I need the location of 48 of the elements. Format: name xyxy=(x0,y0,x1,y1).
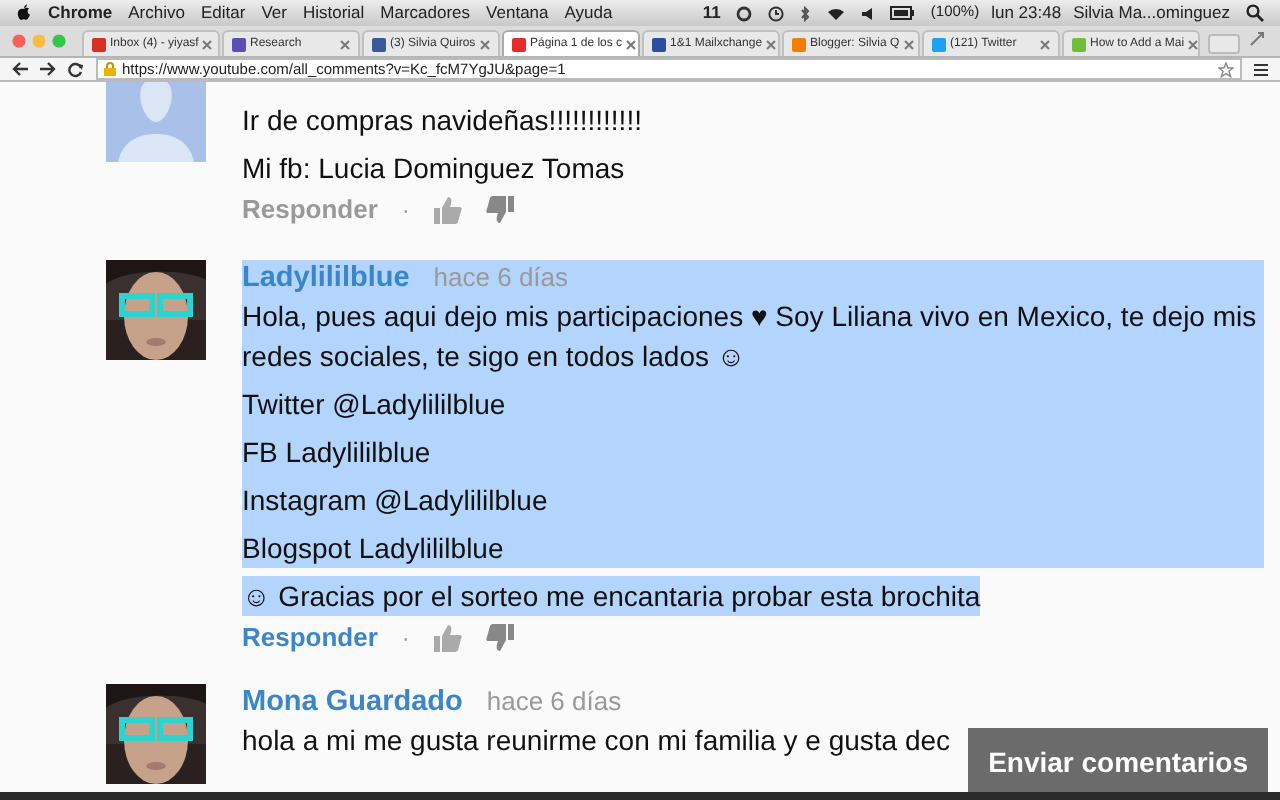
close-icon[interactable] xyxy=(340,39,350,49)
thumbs-up-icon[interactable] xyxy=(433,196,462,224)
thumbs-down-icon[interactable] xyxy=(485,624,514,652)
menu-item[interactable]: Archivo xyxy=(128,0,185,26)
forward-icon[interactable] xyxy=(40,62,56,76)
fullscreen-icon[interactable] xyxy=(1250,32,1264,46)
comment-text: Ir de compras navideñas!!!!!!!!!!!! xyxy=(242,102,644,140)
wifi-icon[interactable] xyxy=(826,5,847,21)
comment-author[interactable]: Mona Guardado xyxy=(242,684,463,720)
menu-item[interactable]: Ayuda xyxy=(564,0,613,26)
close-icon[interactable] xyxy=(1040,39,1050,49)
menu-item[interactable]: Chrome xyxy=(48,0,113,26)
separator-dot: · xyxy=(401,622,410,654)
menu-item[interactable]: Editar xyxy=(200,0,246,26)
menu-item[interactable]: Ventana xyxy=(486,0,549,26)
clock-icon[interactable] xyxy=(768,5,785,21)
bluetooth-icon[interactable] xyxy=(800,5,811,21)
star-icon[interactable] xyxy=(1218,61,1234,77)
close-icon[interactable] xyxy=(12,34,26,48)
comment-text: hola a mi me gusta reunirme con mi familia y e gusta dec xyxy=(242,722,951,760)
close-icon[interactable] xyxy=(1188,39,1199,49)
thumbs-up-icon[interactable] xyxy=(433,624,462,652)
separator-dot: · xyxy=(401,194,410,226)
user-name[interactable]: Silvia Ma...ominguez xyxy=(1073,0,1230,26)
volume-icon[interactable] xyxy=(862,5,875,21)
comment-text: ☺ Gracias por el sorteo me encantaria probar esta brochita xyxy=(242,576,981,616)
menu-item[interactable]: Ver xyxy=(261,0,287,26)
close-icon[interactable] xyxy=(480,39,490,49)
clock[interactable]: lun 23:48 xyxy=(991,0,1062,26)
reply-link[interactable]: Responder xyxy=(242,622,378,654)
close-icon[interactable] xyxy=(626,39,637,49)
search-icon[interactable] xyxy=(1246,4,1264,22)
avatar-placeholder-icon xyxy=(106,82,206,162)
menu-item[interactable]: Marcadores xyxy=(380,0,471,26)
close-icon[interactable] xyxy=(766,39,777,49)
back-icon[interactable] xyxy=(12,62,28,76)
lock-icon xyxy=(104,62,116,76)
apple-icon xyxy=(16,4,32,22)
menu-icon[interactable] xyxy=(1254,63,1268,75)
close-icon[interactable] xyxy=(202,39,213,49)
mail-count[interactable]: 11 xyxy=(702,0,721,26)
feedback-button[interactable]: Enviar comentarios xyxy=(968,728,1268,792)
menu-item[interactable]: Historial xyxy=(302,0,365,26)
battery-icon[interactable] xyxy=(890,6,915,20)
close-icon[interactable] xyxy=(903,39,914,49)
reload-icon[interactable] xyxy=(68,61,84,77)
comment-text: Mi fb: Lucia Dominguez Tomas xyxy=(242,150,625,188)
thumbs-down-icon[interactable] xyxy=(485,196,514,224)
